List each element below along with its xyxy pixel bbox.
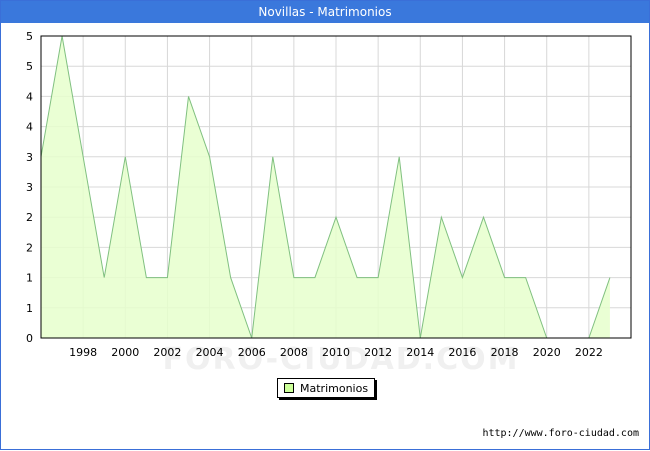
x-tick-label: 2010 (322, 346, 350, 359)
y-tick-label: 2 (26, 211, 33, 224)
x-tick-label: 2020 (533, 346, 561, 359)
y-axis-ticks: 0 1 1 2 2 3 3 4 4 5 5 (26, 30, 33, 345)
x-tick-label: 2008 (280, 346, 308, 359)
y-tick-label: 1 (26, 302, 33, 315)
x-tick-label: 2002 (153, 346, 181, 359)
x-tick-label: 2016 (448, 346, 476, 359)
legend: Matrimonios (277, 378, 376, 398)
y-tick-label: 2 (26, 241, 33, 254)
y-tick-label: 4 (26, 90, 33, 103)
x-tick-label: 2022 (575, 346, 603, 359)
x-tick-label: 1998 (69, 346, 97, 359)
y-tick-label: 3 (26, 181, 33, 194)
legend-label: Matrimonios (300, 381, 369, 395)
x-tick-label: 2000 (111, 346, 139, 359)
x-axis-ticks: 1998 2000 2002 2004 2006 2008 2010 2012 2014 2016… (69, 346, 603, 359)
y-tick-label: 5 (26, 30, 33, 43)
y-tick-label: 4 (26, 121, 33, 134)
legend-swatch (284, 383, 294, 393)
x-tick-label: 2006 (238, 346, 266, 359)
y-tick-label: 1 (26, 272, 33, 285)
x-tick-label: 2012 (364, 346, 392, 359)
x-tick-label: 2014 (406, 346, 434, 359)
x-tick-label: 2004 (196, 346, 224, 359)
y-tick-label: 3 (26, 151, 33, 164)
chart-frame: Novillas - Matrimonios FORO-CIUDAD.COM 0… (0, 0, 650, 450)
y-tick-label: 0 (26, 332, 33, 345)
source-url: http://www.foro-ciudad.com (482, 428, 639, 439)
x-tick-label: 2018 (491, 346, 519, 359)
y-tick-label: 5 (26, 60, 33, 73)
